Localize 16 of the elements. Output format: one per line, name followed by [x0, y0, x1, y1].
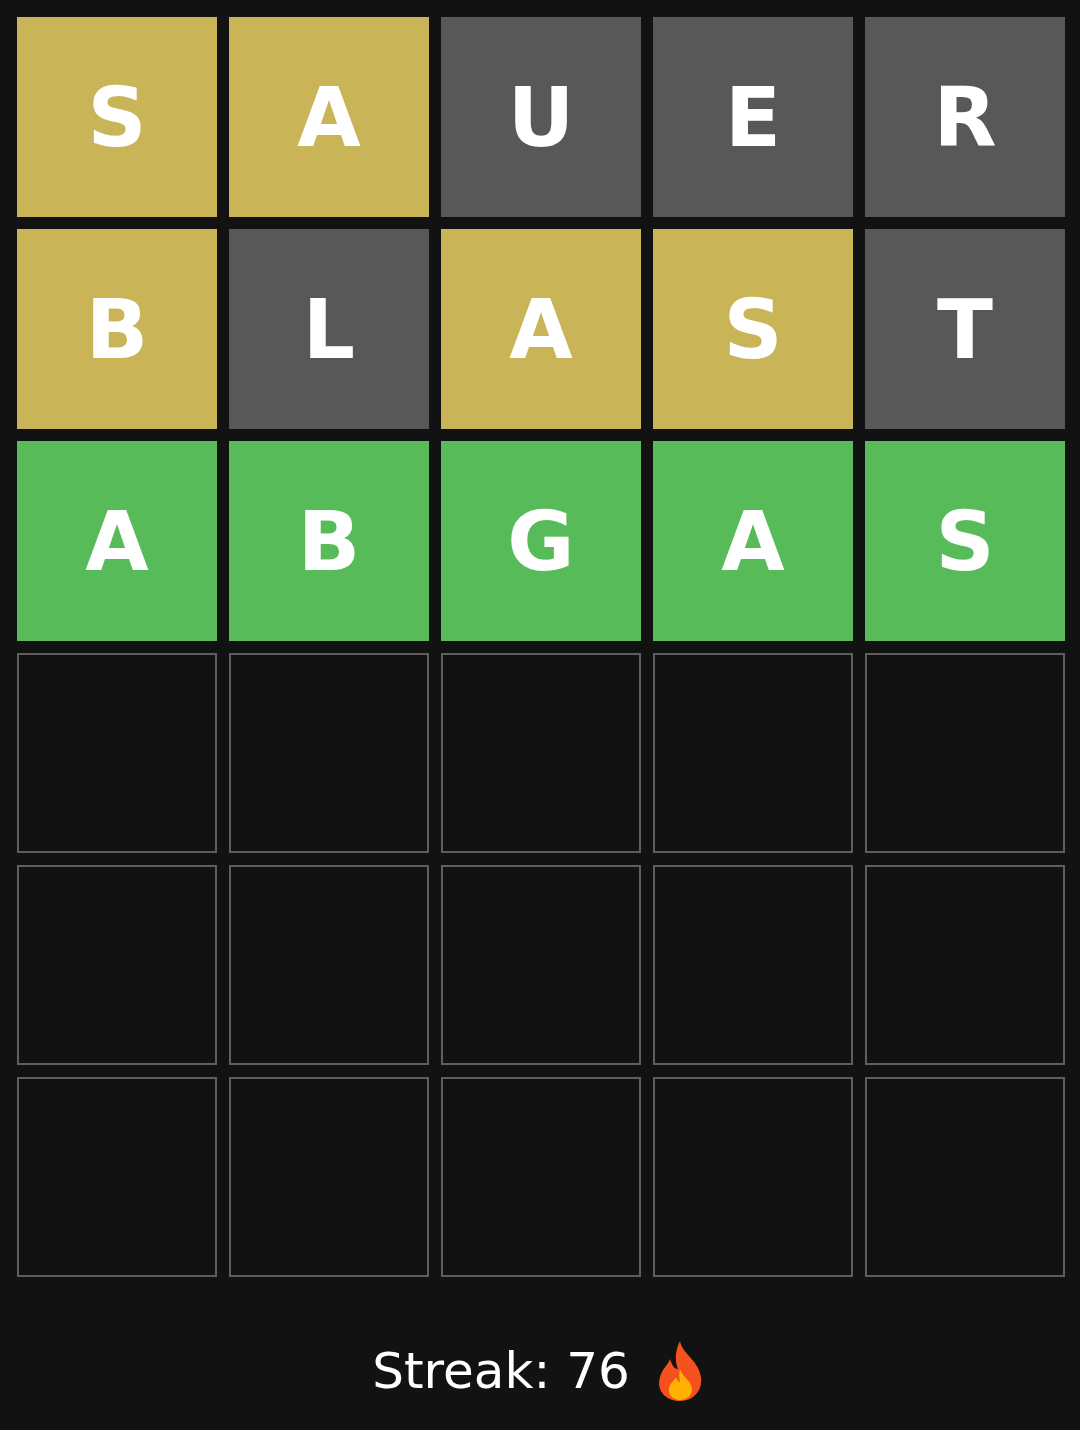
letter-tile: A: [17, 441, 217, 641]
letter-tile: T: [865, 229, 1065, 429]
letter-tile: L: [229, 229, 429, 429]
letter-tile: E: [653, 17, 853, 217]
letter-tile: A: [441, 229, 641, 429]
letter-tile: S: [865, 441, 1065, 641]
letter-tile: B: [229, 441, 429, 641]
letter-tile: G: [441, 441, 641, 641]
letter-tile: A: [229, 17, 429, 217]
letter-tile: R: [865, 17, 1065, 217]
letter-tile: B: [17, 229, 217, 429]
letter-tile: S: [653, 229, 853, 429]
letter-tile: U: [441, 17, 641, 217]
letter-tile: S: [17, 17, 217, 217]
letter-tile: A: [653, 441, 853, 641]
streak-text: Streak: 76: [372, 1342, 630, 1400]
